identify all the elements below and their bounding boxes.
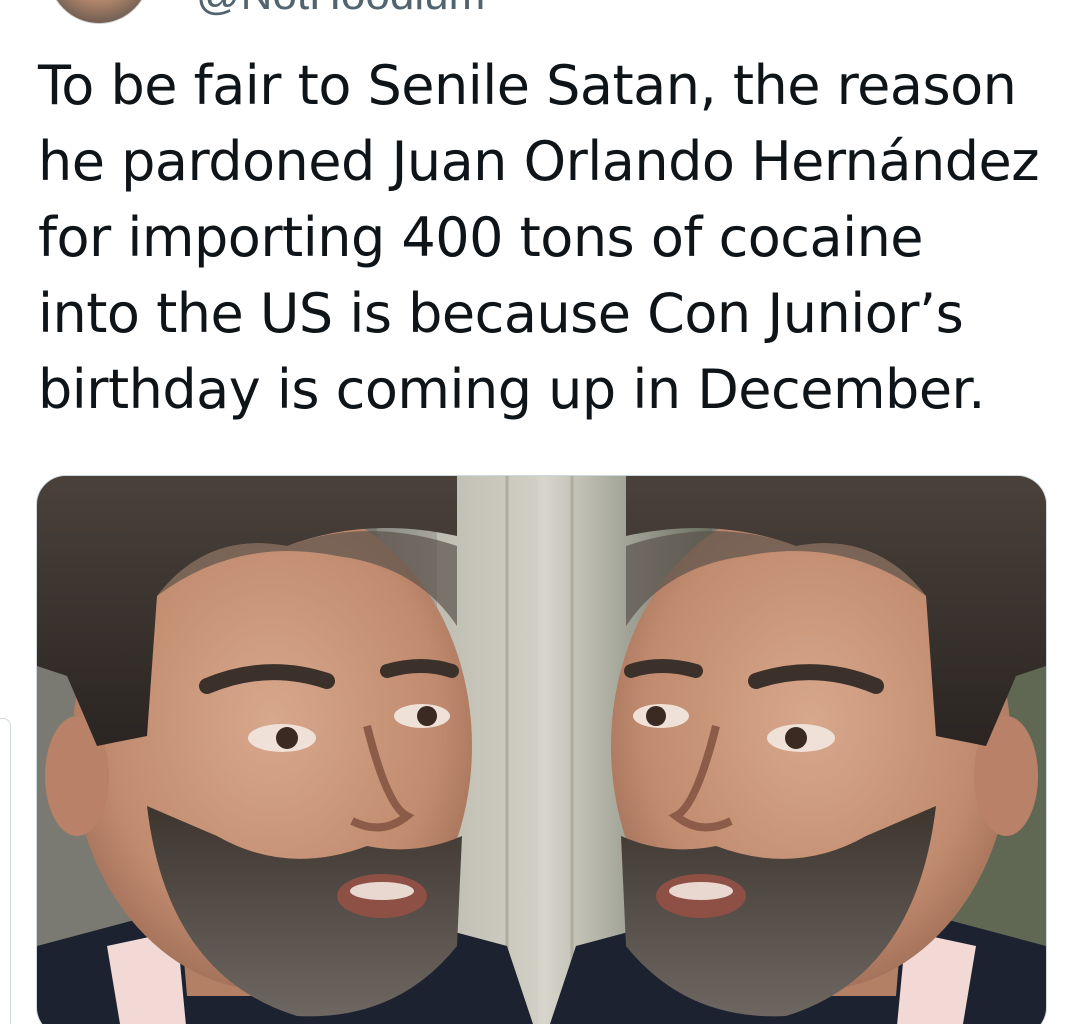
mirrored-face-photo <box>37 476 1046 1024</box>
tweet-line: To be fair to Senile Satan, the reason <box>38 54 1017 117</box>
tweet-card: @NotHoodlum To be fair to Senile Satan, … <box>0 0 1080 1024</box>
avatar[interactable] <box>48 0 150 24</box>
user-handle[interactable]: @NotHoodlum <box>196 0 485 20</box>
tweet-text: To be fair to Senile Satan, the reason h… <box>38 48 1058 428</box>
tweet-line: into the US is because Con Junior’s <box>38 282 964 345</box>
tweet-line: for importing 400 tons of cocaine <box>38 206 924 269</box>
tweet-line: birthday is coming up in December. <box>38 358 985 421</box>
scroll-edge <box>0 718 11 1024</box>
tweet-media-image[interactable] <box>36 475 1047 1024</box>
tweet-line: he pardoned Juan Orlando Hernández <box>38 130 1040 193</box>
